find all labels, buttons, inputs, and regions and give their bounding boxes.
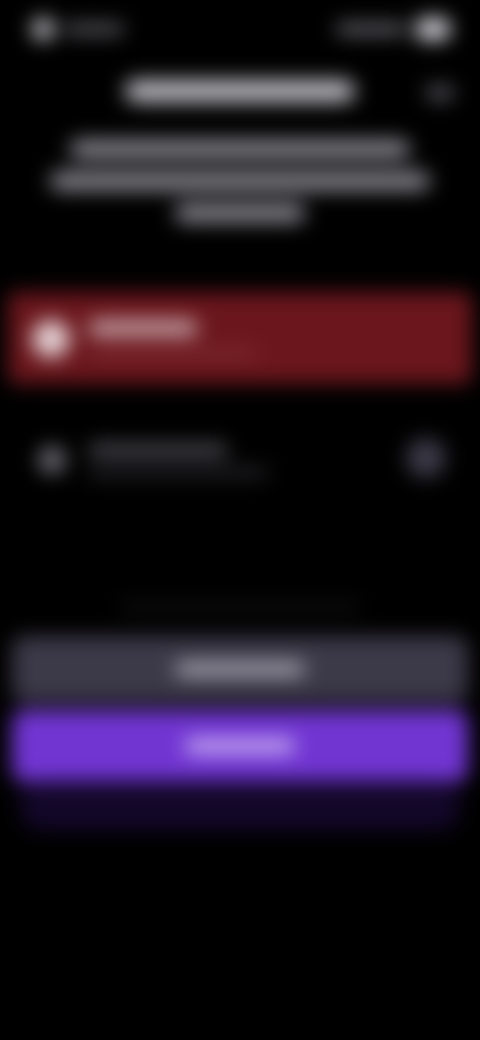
- status-bar: [0, 0, 480, 60]
- status-right: [336, 18, 450, 40]
- option-description: [88, 468, 268, 477]
- subtitle-line: [50, 172, 430, 190]
- divider: [120, 604, 360, 610]
- secondary-button[interactable]: [12, 636, 468, 702]
- option-description: [88, 348, 258, 358]
- button-glow: [20, 780, 460, 830]
- title-placeholder: [125, 80, 355, 102]
- primary-button-label: [185, 739, 295, 753]
- option-icon: [38, 446, 66, 474]
- page-title: [0, 80, 480, 102]
- blurred-content: [0, 0, 480, 1040]
- signal-icon: [32, 18, 54, 40]
- status-right-placeholder: [336, 24, 406, 34]
- status-left: [32, 18, 124, 40]
- subtitle: [40, 140, 440, 236]
- subtitle-line: [175, 204, 305, 222]
- close-icon[interactable]: [426, 86, 454, 100]
- battery-icon: [416, 18, 450, 40]
- option-label: [88, 320, 198, 336]
- option-label: [88, 444, 228, 456]
- option-selected[interactable]: [8, 292, 472, 384]
- radio-icon[interactable]: [406, 438, 446, 478]
- status-text-placeholder: [64, 24, 124, 34]
- option-unselected[interactable]: [8, 420, 472, 500]
- screen: [0, 0, 480, 1040]
- subtitle-line: [70, 140, 410, 158]
- primary-button[interactable]: [12, 710, 468, 782]
- secondary-button-label: [175, 662, 305, 676]
- option-icon: [32, 320, 70, 358]
